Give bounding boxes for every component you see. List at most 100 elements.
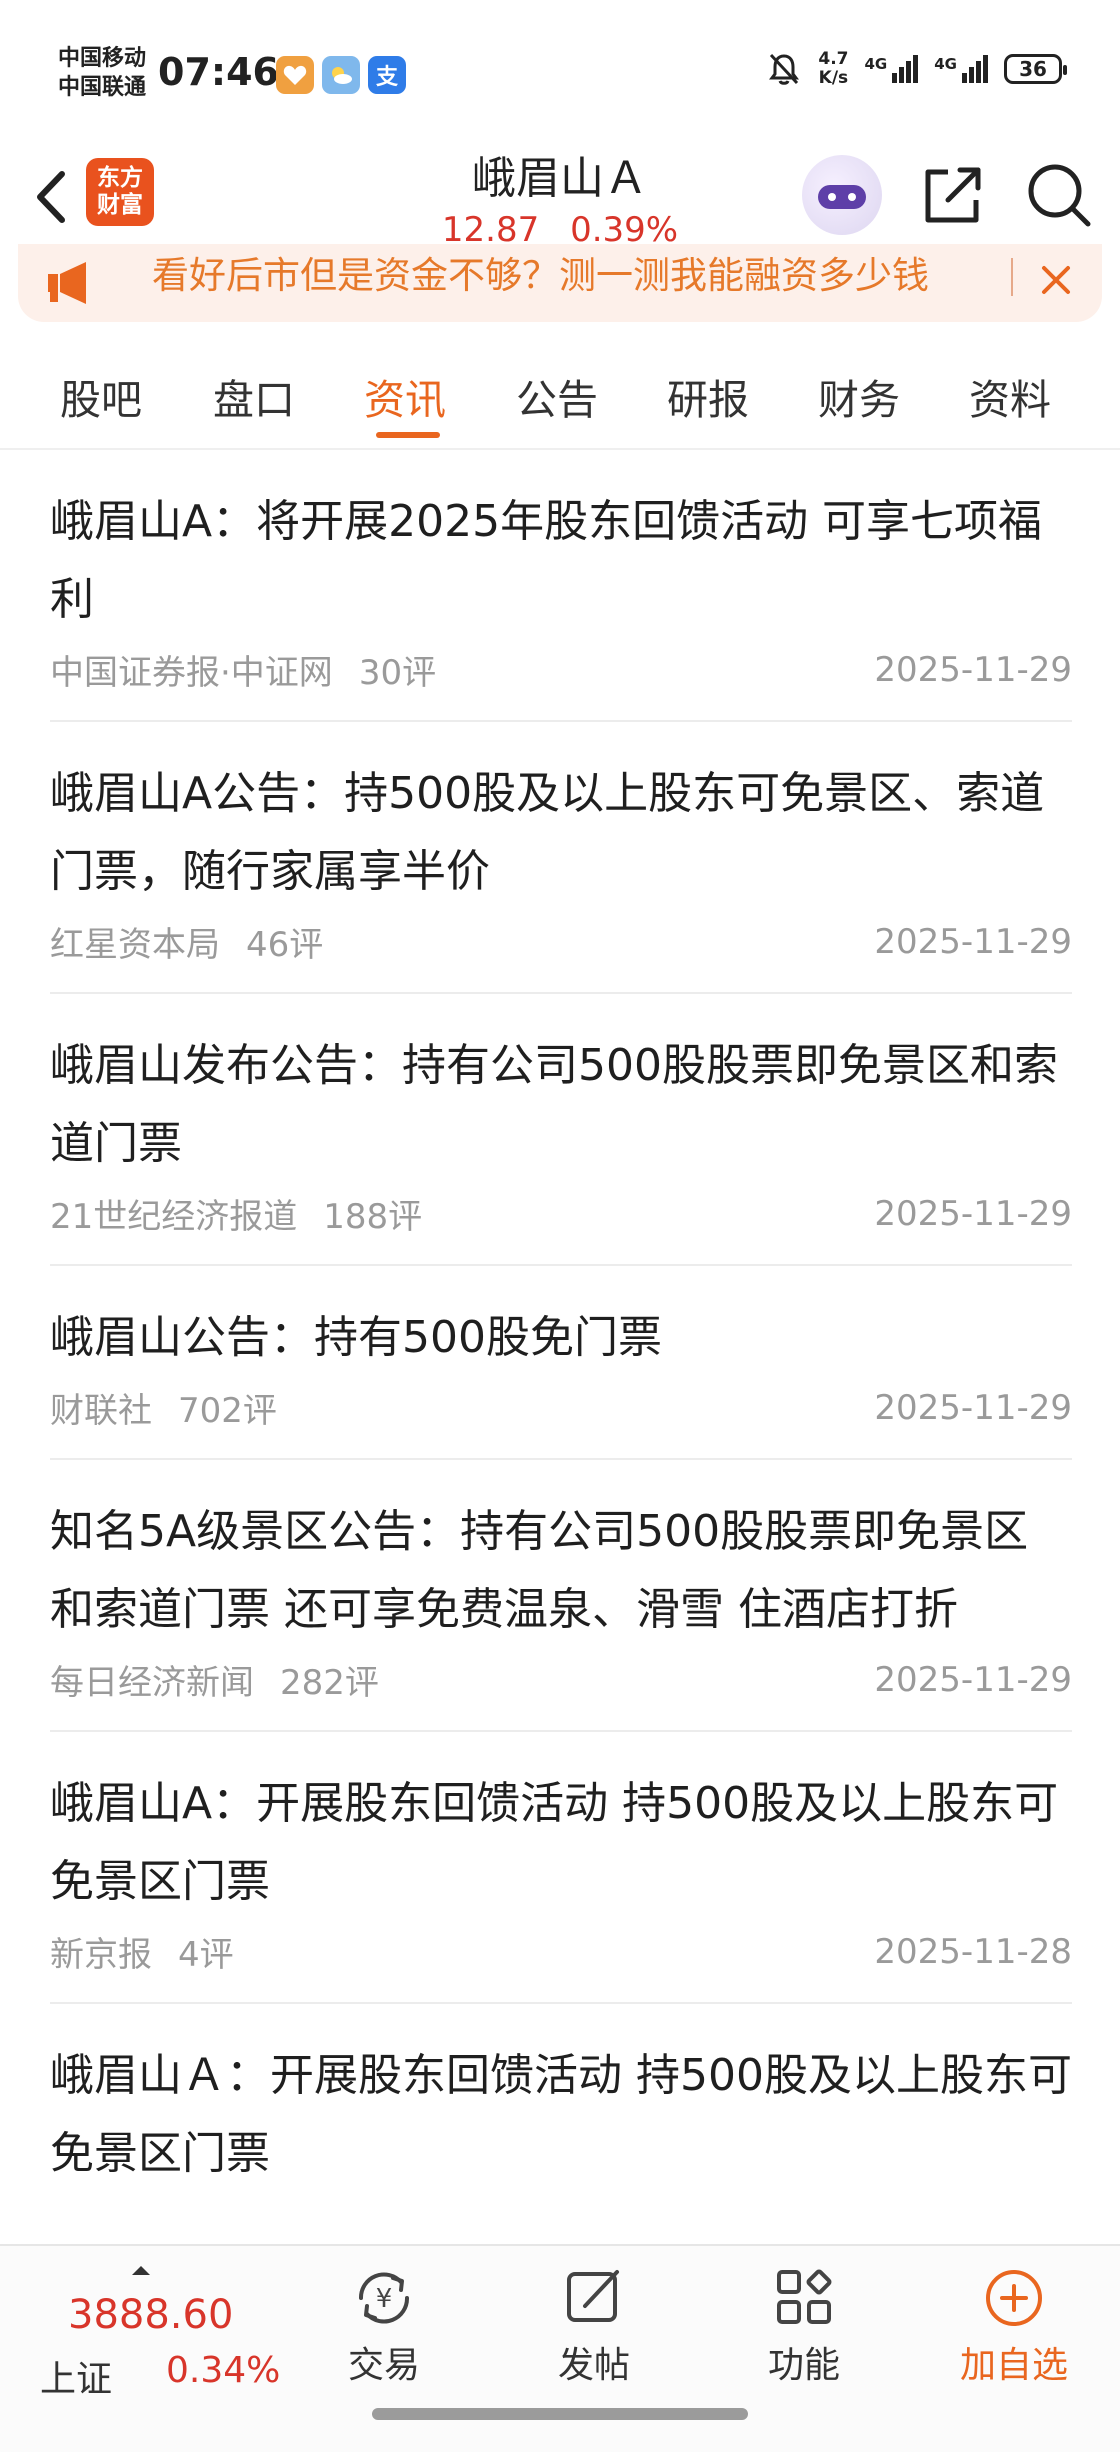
news-title[interactable]: 峨眉山发布公告：持有公司500股股票即免景区和索道门票 xyxy=(50,1027,1072,1183)
add-watchlist-button[interactable]: 加自选 xyxy=(934,2254,1094,2414)
yuan-trade-icon: ¥ xyxy=(358,2272,410,2324)
share-button[interactable] xyxy=(918,160,988,230)
index-value: 3888.60 xyxy=(68,2292,234,2338)
add-circle-icon xyxy=(986,2270,1042,2326)
ai-assistant-robot-icon[interactable] xyxy=(802,155,882,235)
notification-app-icons: 支 xyxy=(276,56,406,94)
post-label: 发帖 xyxy=(557,2345,630,2386)
status-bar: 中国移动 中国联通 07:46 支 4.7 K/s 4G 4G 36 xyxy=(0,0,1120,150)
network-speed-value: 4.7 xyxy=(818,49,849,69)
eastmoney-logo[interactable]: 东方 财富 xyxy=(86,158,154,226)
signal-strength-2: 4G xyxy=(934,55,988,83)
tab-finance[interactable]: 财务 xyxy=(818,366,900,426)
mute-bell-icon xyxy=(769,53,800,85)
news-source: 中国证券报·中证网 xyxy=(50,653,333,693)
news-title[interactable]: 峨眉山A公告：持500股及以上股东可免景区、索道门票，随行家属享半价 xyxy=(50,755,1072,911)
bottom-toolbar: 3888.60 上证 0.34% ¥ 交易 发帖 功能 加自选 xyxy=(0,2244,1120,2452)
megaphone-icon xyxy=(48,262,86,304)
news-source: 红星资本局 xyxy=(50,925,220,965)
network-speed-unit: K/s xyxy=(818,68,849,88)
back-button[interactable] xyxy=(22,162,82,232)
news-title[interactable]: 峨眉山公告：持有500股免门票 xyxy=(50,1299,1072,1377)
news-source: 每日经济新闻 xyxy=(50,1663,254,1703)
active-tab-indicator xyxy=(376,432,440,438)
expand-up-icon[interactable] xyxy=(132,2266,150,2275)
signal-2-label: 4G xyxy=(934,55,957,73)
news-title[interactable]: 知名5A级景区公告：持有公司500股股票即免景区和索道门票 还可享免费温泉、滑雪… xyxy=(50,1493,1072,1649)
carrier-2: 中国联通 xyxy=(58,75,147,100)
news-comment-count: 4评 xyxy=(178,1935,234,1975)
news-date: 2025-11-28 xyxy=(874,1931,1072,1972)
news-meta: 21世纪经济报道 188评 2025-11-29 xyxy=(50,1189,1072,1238)
news-date: 2025-11-29 xyxy=(874,649,1072,690)
stock-name: 峨眉山Ａ xyxy=(472,153,648,204)
home-indicator[interactable] xyxy=(372,2408,748,2420)
news-item[interactable]: 知名5A级景区公告：持有公司500股股票即免景区和索道门票 还可享免费温泉、滑雪… xyxy=(50,1460,1072,1732)
index-change-percent: 0.34% xyxy=(166,2350,281,2391)
index-name: 上证 xyxy=(40,2359,113,2400)
battery-level: 36 xyxy=(1019,57,1047,81)
news-meta: 每日经济新闻 282评 2025-11-29 xyxy=(50,1655,1072,1704)
news-title[interactable]: 峨眉山A：开展股东回馈活动 持500股及以上股东可免景区门票 xyxy=(50,1765,1072,1921)
heart-app-icon xyxy=(276,56,314,94)
features-button[interactable]: 功能 xyxy=(724,2254,884,2414)
edit-post-icon xyxy=(567,2270,619,2322)
news-comment-count: 30评 xyxy=(358,653,437,693)
logo-line-2: 财富 xyxy=(97,192,143,218)
news-item[interactable]: 峨眉山A：将开展2025年股东回馈活动 可享七项福利 中国证券报·中证网 30评 … xyxy=(50,450,1072,722)
news-source: 财联社 xyxy=(50,1391,152,1431)
news-comment-count: 282评 xyxy=(280,1663,379,1703)
promo-divider xyxy=(1011,258,1013,296)
news-comment-count: 188评 xyxy=(323,1197,423,1237)
tab-news[interactable]: 资讯 xyxy=(364,366,446,426)
signal-strength-1: 4G xyxy=(865,55,919,83)
news-title[interactable]: 峨眉山Ａ：开展股东回馈活动 持500股及以上股东可免景区门票 xyxy=(50,2037,1072,2193)
grid-features-icon xyxy=(777,2269,832,2324)
news-list: 峨眉山A：将开展2025年股东回馈活动 可享七项福利 中国证券报·中证网 30评 … xyxy=(50,450,1072,2219)
post-button[interactable]: 发帖 xyxy=(514,2254,674,2414)
news-source: 新京报 xyxy=(50,1935,152,1975)
news-date: 2025-11-29 xyxy=(874,1659,1072,1700)
news-item[interactable]: 峨眉山公告：持有500股免门票 财联社 702评 2025-11-29 xyxy=(50,1266,1072,1460)
news-item[interactable]: 峨眉山Ａ：开展股东回馈活动 持500股及以上股东可免景区门票 xyxy=(50,2004,1072,2219)
promo-close-button[interactable] xyxy=(1028,254,1084,306)
news-item[interactable]: 峨眉山A：开展股东回馈活动 持500股及以上股东可免景区门票 新京报 4评 202… xyxy=(50,1732,1072,2004)
news-title[interactable]: 峨眉山A：将开展2025年股东回馈活动 可享七项福利 xyxy=(50,483,1072,639)
trade-button[interactable]: ¥ 交易 xyxy=(304,2254,464,2414)
features-label: 功能 xyxy=(767,2345,840,2386)
financing-promo-banner[interactable]: 看好后市但是资金不够？测一测我能融资多少钱 xyxy=(18,244,1102,322)
promo-text[interactable]: 看好后市但是资金不够？测一测我能融资多少钱 xyxy=(152,244,1012,322)
tab-guba[interactable]: 股吧 xyxy=(60,366,142,426)
logo-line-1: 东方 xyxy=(97,165,143,191)
clock: 07:46 xyxy=(158,50,279,94)
news-meta: 中国证券报·中证网 30评 2025-11-29 xyxy=(50,645,1072,694)
news-comment-count: 46评 xyxy=(246,925,324,965)
carrier-1: 中国移动 xyxy=(58,46,147,71)
search-button[interactable] xyxy=(1022,158,1096,232)
news-source: 21世纪经济报道 xyxy=(50,1197,298,1237)
battery-icon: 36 xyxy=(1004,54,1067,84)
news-item[interactable]: 峨眉山发布公告：持有公司500股股票即免景区和索道门票 21世纪经济报道 188评… xyxy=(50,994,1072,1266)
market-index-shanghai[interactable]: 3888.60 上证 0.34% xyxy=(36,2266,316,2406)
trade-label: 交易 xyxy=(347,2345,420,2386)
news-comment-count: 702评 xyxy=(178,1391,277,1431)
share-icon xyxy=(925,167,981,223)
news-item[interactable]: 峨眉山A公告：持500股及以上股东可免景区、索道门票，随行家属享半价 红星资本局… xyxy=(50,722,1072,994)
stock-title: 峨眉山Ａ 12.87 0.39% xyxy=(310,150,810,252)
system-icons: 4.7 K/s 4G 4G 36 xyxy=(766,49,1067,88)
weather-app-icon xyxy=(322,56,360,94)
tab-research[interactable]: 研报 xyxy=(667,366,749,426)
close-icon xyxy=(1042,266,1070,294)
section-tabs: 股吧 盘口 资讯 公告 研报 财务 资料 xyxy=(0,340,1120,450)
svg-text:¥: ¥ xyxy=(376,2284,393,2314)
tab-profile[interactable]: 资料 xyxy=(969,366,1051,426)
news-meta: 新京报 4评 2025-11-28 xyxy=(50,1927,1072,1976)
add-watchlist-label: 加自选 xyxy=(959,2345,1068,2386)
tab-pankou[interactable]: 盘口 xyxy=(213,366,295,426)
tab-announcements[interactable]: 公告 xyxy=(516,366,598,426)
news-date: 2025-11-29 xyxy=(874,921,1072,962)
news-date: 2025-11-29 xyxy=(874,1387,1072,1428)
news-meta: 财联社 702评 2025-11-29 xyxy=(50,1383,1072,1432)
alipay-app-icon: 支 xyxy=(368,56,406,94)
carrier-names: 中国移动 中国联通 xyxy=(58,44,146,102)
